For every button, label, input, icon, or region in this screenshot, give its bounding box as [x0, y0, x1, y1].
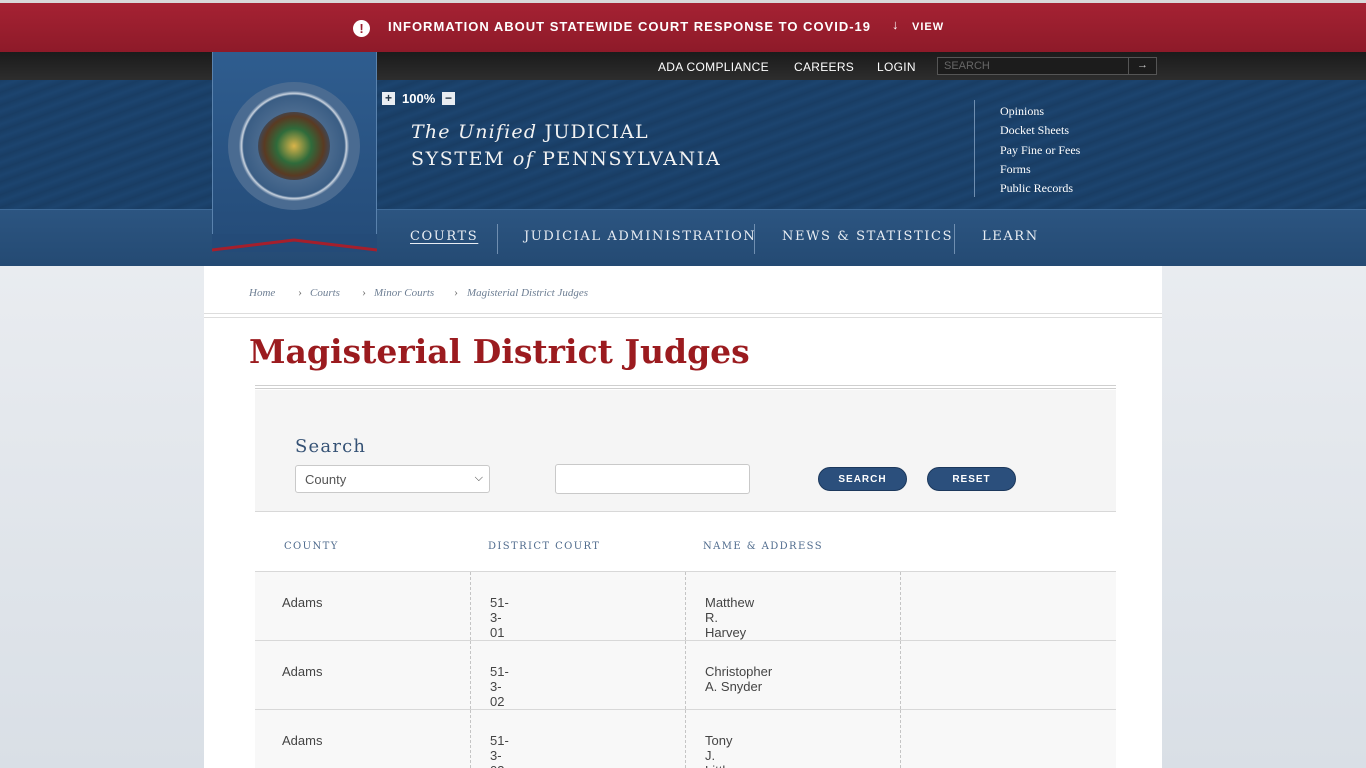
table-row[interactable]: Adams 51-3-03 Tony J. Little [255, 710, 1116, 768]
nav-divider [754, 224, 755, 254]
breadcrumb-minor-courts[interactable]: Minor Courts [374, 287, 434, 299]
covid-alert-banner[interactable]: ! INFORMATION ABOUT STATEWIDE COURT RESP… [0, 0, 1366, 52]
site-search-input[interactable]: SEARCH [937, 57, 1157, 75]
district-text: 51-3-01 [490, 595, 509, 640]
table-row[interactable]: Adams 51-3-02 Christopher A. Snyder [255, 641, 1116, 710]
select-value: County [305, 472, 347, 487]
page-title: Magisterial District Judges [249, 332, 750, 371]
table-row[interactable]: Adams 51-3-01 Matthew R. Harvey [255, 572, 1116, 641]
breadcrumb-current: Magisterial District Judges [467, 287, 588, 299]
chevron-right-icon: › [362, 285, 366, 299]
judge-name-text[interactable]: Christopher A. Snyder [705, 664, 772, 694]
nav-courts[interactable]: COURTS [410, 229, 478, 244]
utility-bar: ADA COMPLIANCE CAREERS LOGIN SEARCH → [0, 52, 1366, 80]
alert-view-link[interactable]: VIEW [912, 21, 944, 33]
column-divider [900, 572, 901, 640]
search-button[interactable]: SEARCH [818, 467, 907, 491]
quick-link-opinions[interactable]: Opinions [1000, 104, 1044, 119]
breadcrumb-courts[interactable]: Courts [310, 287, 340, 299]
breadcrumb: Home › Courts › Minor Courts › Magisteri… [204, 266, 1162, 314]
reset-button[interactable]: RESET [927, 467, 1016, 491]
title-divider [255, 385, 1116, 389]
quick-link-docket-sheets[interactable]: Docket Sheets [1000, 123, 1069, 138]
arrow-down-icon: ↓ [892, 17, 899, 32]
brand-of-text: of [512, 148, 535, 170]
careers-link[interactable]: CAREERS [794, 60, 854, 74]
site-title-line1[interactable]: The Unified JUDICIAL [411, 121, 649, 143]
ada-compliance-link[interactable]: ADA COMPLIANCE [658, 60, 769, 74]
zoom-out-icon[interactable]: − [442, 92, 455, 105]
column-divider [470, 641, 471, 709]
brand-pennsylvania-text: PENNSYLVANIA [542, 148, 722, 170]
nav-news-statistics[interactable]: NEWS & STATISTICS [782, 229, 953, 244]
judge-name-text[interactable]: Matthew R. Harvey [705, 595, 754, 640]
column-divider [900, 710, 901, 768]
nav-learn[interactable]: LEARN [982, 229, 1039, 244]
judge-name-text[interactable]: Tony J. Little [705, 733, 732, 768]
district-text: 51-3-03 [490, 733, 509, 768]
breadcrumb-home[interactable]: Home [249, 287, 275, 299]
column-divider [685, 572, 686, 640]
exclamation-icon: ! [353, 20, 370, 37]
column-header-name-address[interactable]: NAME & ADDRESS [703, 541, 823, 552]
column-divider [470, 572, 471, 640]
county-select[interactable]: County ⌵ [295, 465, 490, 493]
banner-ribbon [212, 234, 377, 252]
column-header-district-court[interactable]: DISTRICT COURT [488, 541, 600, 552]
search-heading: Search [295, 436, 367, 457]
column-divider [685, 710, 686, 768]
alert-message[interactable]: INFORMATION ABOUT STATEWIDE COURT RESPON… [388, 19, 871, 34]
nav-judicial-administration[interactable]: JUDICIAL ADMINISTRATION [524, 229, 756, 244]
column-divider [685, 641, 686, 709]
county-text: Adams [282, 664, 323, 679]
nav-divider [497, 224, 498, 254]
quick-link-pay-fine[interactable]: Pay Fine or Fees [1000, 143, 1080, 158]
divider [204, 317, 1162, 318]
search-submit-arrow-icon[interactable]: → [1128, 58, 1156, 74]
chevron-right-icon: › [454, 285, 458, 299]
county-text: Adams [282, 733, 323, 748]
column-header-county[interactable]: COUNTY [284, 541, 339, 552]
quick-link-public-records[interactable]: Public Records [1000, 181, 1073, 196]
nav-divider [954, 224, 955, 254]
brand-italic-text: The Unified [411, 121, 538, 143]
supreme-court-seal-logo[interactable] [228, 82, 360, 210]
zoom-level: 100% [402, 91, 436, 106]
brand-judicial-text: JUDICIAL [544, 121, 649, 143]
brand-system-text: SYSTEM [411, 148, 506, 170]
seal-crest-icon [258, 112, 330, 180]
quick-links-divider [974, 100, 975, 197]
zoom-in-icon[interactable]: + [382, 92, 395, 105]
chevron-right-icon: › [298, 285, 302, 299]
district-text: 51-3-02 [490, 664, 509, 709]
login-link[interactable]: LOGIN [877, 60, 916, 74]
column-divider [470, 710, 471, 768]
chevron-down-icon: ⌵ [474, 472, 483, 484]
county-text: Adams [282, 595, 323, 610]
column-divider [900, 641, 901, 709]
site-title-line2[interactable]: SYSTEM of PENNSYLVANIA [411, 148, 721, 170]
site-header [0, 80, 1366, 210]
search-text-input[interactable] [555, 464, 750, 494]
quick-link-forms[interactable]: Forms [1000, 162, 1031, 177]
